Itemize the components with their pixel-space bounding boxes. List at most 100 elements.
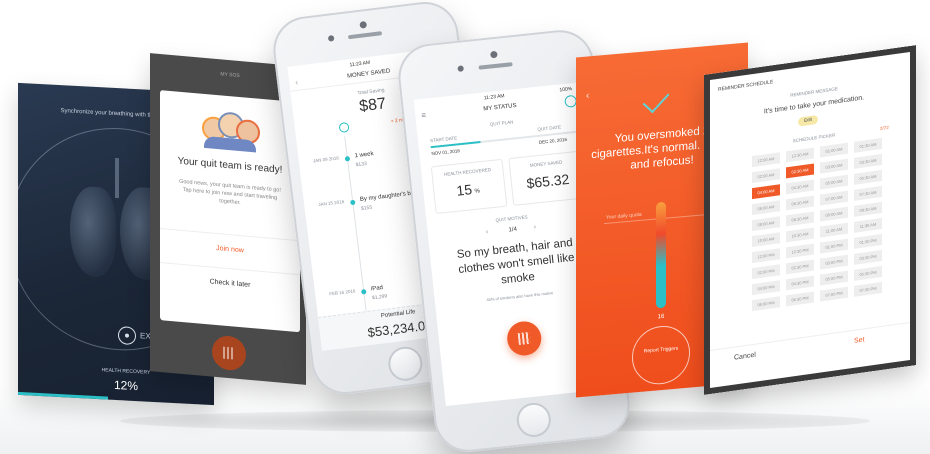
- team-body: Good news, your quit team is ready to go…: [179, 178, 281, 207]
- report-triggers-button[interactable]: Report Triggers: [632, 323, 690, 387]
- start-date-label: START DATE: [429, 135, 458, 144]
- timeline-start-icon: [338, 121, 350, 134]
- entry-date: FEB 16 2016: [328, 288, 356, 297]
- time-slot[interactable]: 10:00 AM: [752, 232, 780, 248]
- motive-pager: 1/4: [508, 226, 518, 234]
- time-slot[interactable]: 01:00 PM: [820, 238, 848, 254]
- time-slot[interactable]: 03:30 AM: [854, 153, 882, 169]
- prev-motive-icon[interactable]: ‹: [486, 229, 489, 236]
- money-value: $65.32: [525, 170, 571, 192]
- trachea-icon: [115, 157, 119, 199]
- entry-date: JAN 15 2016: [318, 199, 345, 208]
- time-slot[interactable]: 04:00 AM: [752, 184, 780, 200]
- time-slot[interactable]: 06:00 AM: [752, 200, 780, 216]
- time-slot[interactable]: 02:00 AM: [752, 168, 780, 184]
- quit-date-label: QUIT DATE: [537, 124, 562, 132]
- time-slot[interactable]: 04:00 PM: [752, 280, 780, 296]
- time-slot[interactable]: 12:00 PM: [752, 248, 780, 264]
- grid-icon: [517, 331, 531, 346]
- join-now-button[interactable]: Join now: [160, 240, 300, 259]
- sensor: [457, 65, 464, 72]
- reminder-header: REMINDER SCHEDULE: [718, 79, 774, 93]
- battery-level: 100%: [559, 86, 573, 94]
- time-slot[interactable]: 09:00 AM: [820, 206, 848, 222]
- time-slot[interactable]: 04:30 AM: [786, 179, 814, 195]
- team-header: MY SOS: [220, 71, 240, 80]
- time-slot[interactable]: 02:00 PM: [752, 264, 780, 280]
- health-card: HEALTH RECOVERED 15 %: [430, 158, 508, 215]
- entry-label: 1 week: [354, 151, 374, 160]
- time-slot[interactable]: 06:30 AM: [786, 195, 814, 211]
- time-slot[interactable]: 03:00 AM: [820, 158, 848, 174]
- entry-amount: $155: [360, 204, 373, 212]
- time-slot[interactable]: 07:30 AM: [854, 185, 882, 201]
- set-button[interactable]: Set: [854, 336, 865, 344]
- time-slot[interactable]: 12:00 AM: [752, 152, 780, 168]
- time-slot[interactable]: 08:30 AM: [786, 211, 814, 227]
- report-triggers-label: Report Triggers: [643, 345, 679, 355]
- time-slot[interactable]: 05:30 PM: [854, 265, 882, 281]
- time-grid: 12:00 AM 12:30 AM 01:00 AM 01:30 AM 02:00 AM…: [716, 135, 906, 352]
- sensor: [327, 35, 335, 42]
- schedule-count: 2/72: [880, 124, 889, 132]
- quit-plan-label: QUIT PLAN: [489, 119, 514, 127]
- time-slot[interactable]: 05:00 AM: [820, 174, 848, 190]
- cancel-button[interactable]: Cancel: [734, 352, 756, 362]
- camera: [490, 50, 498, 59]
- back-arrow-icon[interactable]: ‹: [295, 78, 299, 87]
- status-title: MY STATUS: [483, 103, 517, 113]
- time-slot[interactable]: 03:00 PM: [820, 254, 848, 270]
- home-button[interactable]: [386, 344, 425, 383]
- time-slot[interactable]: 05:00 PM: [820, 270, 848, 286]
- time-slot[interactable]: 10:30 AM: [786, 227, 814, 243]
- time-slot[interactable]: 11:30 AM: [854, 217, 882, 233]
- edit-button[interactable]: Edit: [798, 114, 818, 127]
- back-arrow-icon[interactable]: ‹: [586, 90, 589, 101]
- health-label: HEALTH RECOVERED: [443, 167, 492, 177]
- entry-label: iPad: [370, 284, 384, 293]
- time-slot[interactable]: 01:30 PM: [854, 233, 882, 249]
- grid-icon: [223, 346, 235, 360]
- entry-date: JAN 09 2016: [312, 155, 340, 164]
- money-title: MONEY SAVED: [346, 68, 391, 80]
- entry-amount: $1,299: [371, 293, 388, 302]
- time-slot[interactable]: 03:30 PM: [854, 249, 882, 265]
- health-value: 15: [455, 181, 473, 199]
- home-button[interactable]: [515, 401, 553, 439]
- money-label: MONEY SAVED: [529, 159, 563, 168]
- time-slot[interactable]: 07:30 PM: [854, 281, 882, 297]
- time-slot[interactable]: 08:00 AM: [752, 216, 780, 232]
- sos-button[interactable]: [212, 334, 246, 372]
- time-slot[interactable]: 06:30 PM: [786, 291, 814, 307]
- health-unit: %: [474, 188, 481, 195]
- sos-button[interactable]: [505, 319, 543, 358]
- motives-label: QUIT MOTIVES: [495, 214, 528, 223]
- speaker: [478, 62, 513, 70]
- recovery-value: 12%: [113, 377, 139, 394]
- app-showcase: Synchronize your breathing with the circ…: [0, 0, 930, 454]
- time-slot[interactable]: 12:30 AM: [786, 147, 814, 163]
- time-slot[interactable]: 04:30 PM: [786, 275, 814, 291]
- time-slot[interactable]: 09:30 AM: [854, 201, 882, 217]
- time-slot[interactable]: 12:30 PM: [786, 243, 814, 259]
- next-motive-icon[interactable]: ›: [533, 224, 536, 231]
- exhale-circle-icon[interactable]: [118, 326, 136, 346]
- time-slot[interactable]: 11:00 AM: [820, 222, 848, 238]
- time-slot[interactable]: 01:00 AM: [820, 142, 848, 158]
- time-slot[interactable]: 07:00 PM: [820, 286, 848, 302]
- time-slot[interactable]: 02:30 PM: [786, 259, 814, 275]
- time-slot[interactable]: 02:30 AM: [786, 163, 814, 179]
- time-slot[interactable]: 05:30 AM: [854, 169, 882, 185]
- team-title: Your quit team is ready!: [177, 155, 283, 176]
- cigarette-meter: [656, 201, 666, 309]
- speaker: [347, 31, 383, 40]
- time-slot[interactable]: 01:30 AM: [854, 137, 882, 153]
- time-slot[interactable]: 06:00 PM: [752, 296, 780, 312]
- current-value: 16: [657, 313, 665, 321]
- motive-quote: So my breath, hair and clothes won't sme…: [456, 236, 576, 287]
- time-slot[interactable]: 07:00 AM: [820, 190, 848, 206]
- menu-icon[interactable]: ≡: [421, 111, 427, 120]
- check-later-button[interactable]: Check it later: [160, 274, 300, 293]
- check-icon: [642, 85, 670, 114]
- start-date: NOV 01, 2016: [431, 148, 461, 157]
